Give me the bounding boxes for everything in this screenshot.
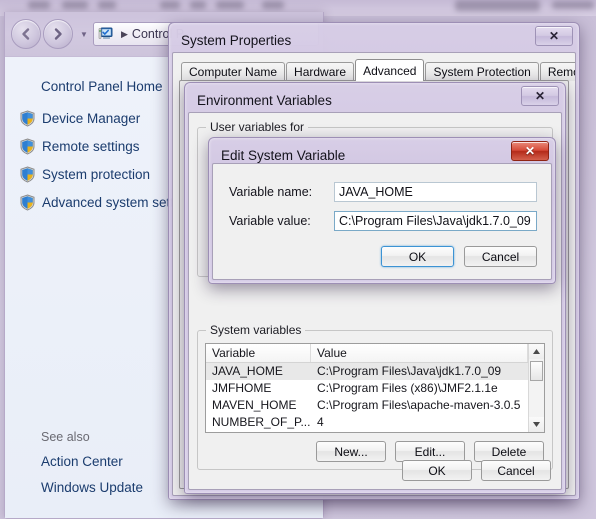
table-header-row: Variable Value [206, 344, 528, 363]
see-also-section: See also Action Center Windows Update [19, 430, 143, 506]
cell-value: C:\Program Files\apache-maven-3.0.5 [317, 398, 521, 412]
column-header-value[interactable]: Value [311, 344, 528, 362]
tab-remote[interactable]: Remote [539, 62, 575, 81]
window-title: Edit System Variable [221, 147, 346, 163]
user-variables-label: User variables for [206, 120, 309, 134]
forward-arrow-icon[interactable] [43, 19, 73, 49]
system-variable-actions: New... Edit... Delete [316, 441, 544, 462]
table-row[interactable]: JMFHOME C:\Program Files (x86)\JMF2.1.1e [206, 380, 528, 397]
column-header-variable[interactable]: Variable [206, 344, 311, 362]
sidebar-item-label: Device Manager [42, 111, 141, 126]
ok-button[interactable]: OK [402, 460, 472, 481]
system-properties-titlebar[interactable]: System Properties ✕ [173, 26, 575, 53]
ok-button[interactable]: OK [381, 246, 454, 267]
environment-variables-footer: OK Cancel [402, 460, 551, 481]
table-scrollbar[interactable] [528, 344, 544, 432]
sidebar-item-label: Remote settings [42, 139, 140, 154]
shield-icon [19, 110, 36, 127]
tab-system-protection[interactable]: System Protection [425, 62, 539, 81]
edit-dialog-footer: OK Cancel [381, 246, 537, 267]
back-arrow-icon[interactable] [11, 19, 41, 49]
tab-strip: Computer Name Hardware Advanced System P… [181, 59, 575, 81]
tab-computer-name[interactable]: Computer Name [181, 62, 286, 81]
close-icon[interactable]: ✕ [511, 141, 549, 161]
table-row[interactable]: JAVA_HOME C:\Program Files\Java\jdk1.7.0… [206, 363, 528, 380]
edit-system-variable-dialog: Edit System Variable ✕ Variable name: JA… [208, 137, 556, 284]
shield-icon [19, 194, 36, 211]
window-title: System Properties [181, 32, 292, 48]
variable-name-input[interactable]: JAVA_HOME [334, 182, 537, 202]
see-also-action-center[interactable]: Action Center [41, 454, 143, 469]
breadcrumb-separator-icon: ▶ [121, 28, 128, 39]
see-also-windows-update[interactable]: Windows Update [41, 480, 143, 495]
window-title: Environment Variables [197, 92, 332, 108]
cancel-button[interactable]: Cancel [464, 246, 537, 267]
cell-variable: JAVA_HOME [212, 364, 283, 378]
variable-value-input[interactable]: C:\Program Files\Java\jdk1.7.0_09 [334, 211, 537, 231]
see-also-heading: See also [41, 430, 90, 444]
system-variables-table[interactable]: Variable Value JAVA_HOME C:\Program File… [205, 343, 545, 433]
cell-variable: JMFHOME [212, 381, 272, 395]
cell-value: C:\Program Files\Java\jdk1.7.0_09 [317, 364, 502, 378]
cell-variable: NUMBER_OF_P... [212, 415, 311, 429]
table-row[interactable]: MAVEN_HOME C:\Program Files\apache-maven… [206, 397, 528, 414]
tab-advanced[interactable]: Advanced [355, 59, 425, 81]
close-icon[interactable]: ✕ [535, 26, 573, 46]
variable-value-label: Variable value: [229, 214, 311, 228]
delete-button[interactable]: Delete [474, 441, 544, 462]
scroll-down-icon[interactable] [529, 417, 544, 432]
variable-name-row: Variable name: JAVA_HOME [229, 182, 537, 202]
tab-hardware[interactable]: Hardware [286, 62, 355, 81]
new-button[interactable]: New... [316, 441, 386, 462]
system-variables-label: System variables [206, 323, 306, 337]
history-dropdown-icon[interactable]: ▼ [77, 30, 91, 39]
variable-value-row: Variable value: C:\Program Files\Java\jd… [229, 211, 537, 231]
table-body: Variable Value JAVA_HOME C:\Program File… [206, 344, 528, 432]
cell-variable: MAVEN_HOME [212, 398, 297, 412]
sidebar-item-label: System protection [42, 167, 151, 182]
system-variables-group: System variables Variable Value JAVA_HOM… [197, 323, 553, 470]
edit-system-variable-client-area: Variable name: JAVA_HOME Variable value:… [212, 163, 552, 280]
cell-value: C:\Program Files (x86)\JMF2.1.1e [317, 381, 498, 395]
edit-button[interactable]: Edit... [395, 441, 465, 462]
scrollbar-thumb[interactable] [530, 361, 543, 381]
computer-icon [98, 27, 114, 41]
shield-icon [19, 166, 36, 183]
scroll-up-icon[interactable] [529, 344, 544, 359]
cancel-button[interactable]: Cancel [481, 460, 551, 481]
shield-icon [19, 138, 36, 155]
variable-name-label: Variable name: [229, 185, 313, 199]
close-icon[interactable]: ✕ [521, 86, 559, 106]
environment-variables-titlebar[interactable]: Environment Variables ✕ [189, 86, 561, 113]
table-row[interactable]: NUMBER_OF_P... 4 [206, 414, 528, 431]
cell-value: 4 [317, 415, 324, 429]
